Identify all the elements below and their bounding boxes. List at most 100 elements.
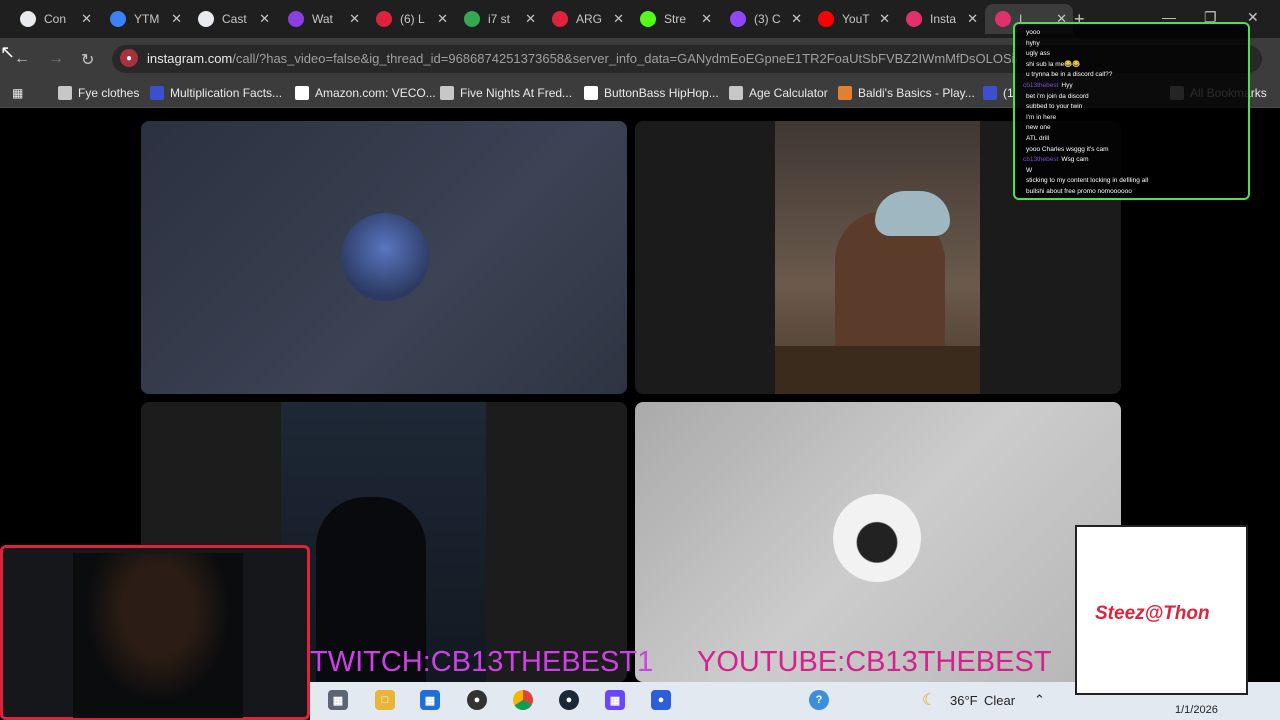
app-icon[interactable]: ● [651,690,671,710]
close-tab-icon[interactable]: ✕ [701,11,712,27]
tab-9[interactable]: (3) C ✕ [720,4,808,34]
tab-2[interactable]: YTM ✕ [100,4,188,34]
tab-label: YTM [134,12,160,26]
store-icon[interactable]: ▦ [420,690,440,710]
help-icon[interactable]: ? [809,690,829,710]
tab-7[interactable]: ARG ✕ [542,4,630,34]
moon-icon: ☾ [922,692,937,709]
bookmark-item[interactable]: (1 [983,86,1014,100]
chat-message: bullshi about free promo nomoooooo [1023,187,1240,198]
microphone-icon[interactable]: ● [120,49,138,67]
instagram-icon [995,11,1011,27]
forward-icon[interactable]: → [48,50,64,68]
chevron-up-icon[interactable]: ⌃ [1034,692,1045,708]
chat-text: sticking to my content locking in defili… [1026,177,1149,185]
chat-text: I'm in here [1026,113,1057,121]
url-text[interactable]: instagram.com/call/?has_video=false&ig_t… [147,51,1017,66]
close-tab-icon[interactable]: ✕ [259,11,270,27]
chat-message: new one [1023,123,1240,134]
youtube-music-icon [110,11,126,27]
chat-text: ugly ass [1026,50,1050,58]
chat-message: shi sub la me😂😂 [1023,60,1240,71]
tab-label: Wat [312,12,333,26]
tab-1[interactable]: Con ✕ [10,4,98,34]
chat-text: yooo [1026,29,1041,36]
close-tab-icon[interactable]: ✕ [967,11,978,27]
chat-message: ATL drill [1023,134,1240,145]
tab-4[interactable]: Wat ✕ [278,4,366,34]
tab-label: Con [44,12,67,26]
app-icon [288,11,304,27]
tab-8[interactable]: Stre ✕ [630,4,718,34]
participant-video [775,121,980,394]
bookmark-item[interactable]: Fye clothes [58,86,139,100]
chrome-icon[interactable] [513,690,533,710]
tab-10[interactable]: YouT ✕ [808,4,896,34]
chat-message: cb13thebest Wsg cam [1023,155,1240,166]
file-explorer-icon[interactable]: □ [375,690,395,710]
app-icon[interactable]: ● [467,690,487,710]
mouse-cursor-icon: ↖ [0,42,16,62]
date-text: 1/1/2026 [1175,704,1218,716]
calendar-icon [729,86,743,100]
streamer-webcam [0,545,310,720]
tab-5[interactable]: (6) L ✕ [366,4,454,34]
bookmark-label: Age Calculator [749,86,828,100]
chat-message: W [1023,166,1240,177]
weather-text: Clear [984,693,1016,708]
twitch-icon [730,11,746,27]
chat-message: yooo [1023,28,1240,39]
chat-text: u trynna be in a discord call?? [1026,71,1113,79]
tab-label: ARG [576,12,603,26]
chat-text: new one [1026,124,1051,132]
bookmark-label: Fye clothes [78,86,140,100]
kick-icon [640,11,656,27]
tab-3[interactable]: Cast ✕ [188,4,276,34]
chat-text: shi sub la me😂😂 [1026,60,1081,68]
baldi-icon [838,86,852,100]
bookmark-item[interactable]: Baldi's Basics - Play... [838,86,975,100]
participant-tile-1[interactable] [141,121,627,394]
bookmark-item[interactable]: Multiplication Facts... [150,86,282,100]
chat-message: bet i'm join da discord [1023,92,1240,103]
chat-text: W [1026,166,1033,174]
close-tab-icon[interactable]: ✕ [81,11,92,27]
close-tab-icon[interactable]: ✕ [525,11,536,27]
tab-11[interactable]: Insta ✕ [896,4,984,34]
chat-overlay: yooo hyhy ugly ass shi sub la me😂😂 u trynna … [1013,22,1250,200]
loading-icon [198,11,214,27]
close-tab-icon[interactable]: ✕ [437,11,448,27]
bookmark-item[interactable]: ButtonBass HipHop... [584,86,719,100]
tab-label: Cast [222,12,247,26]
tab-label: (3) C [754,12,781,26]
participant-tile-4[interactable] [635,402,1121,682]
twitch-handle-overlay: TWITCH:CB13THEBEST1 [310,646,654,678]
bookmark-item[interactable]: Amazon.com: VECO... [295,86,436,100]
tab-label: Insta [930,12,957,26]
drive-icon [464,11,480,27]
bookmark-item[interactable]: Age Calculator [729,86,828,100]
back-icon[interactable]: ← [14,50,30,68]
close-tab-icon[interactable]: ✕ [613,11,624,27]
task-view-icon[interactable]: ▦ [328,690,348,710]
bookmark-item[interactable]: Five Nights At Fred... [440,86,572,100]
chat-message: hyhy [1023,39,1240,50]
bookmark-label: ButtonBass HipHop... [604,86,719,100]
chat-text: ATL drill [1026,134,1050,142]
close-tab-icon[interactable]: ✕ [349,11,360,27]
steam-icon[interactable]: ● [559,690,579,710]
app-grid-icon[interactable]: ▦ [605,690,625,710]
reload-icon[interactable]: ↻ [81,50,94,70]
close-tab-icon[interactable]: ✕ [879,11,890,27]
chat-message: ugly ass [1023,49,1240,60]
chat-text: bullshi about free promo nomoooooo [1026,187,1132,195]
piano-icon [584,86,598,100]
chat-username: cb13thebest [1023,81,1059,89]
close-tab-icon[interactable]: ✕ [171,11,182,27]
chat-text: Wsg cam [1061,156,1089,164]
apps-grid-icon[interactable]: ▦ [12,86,23,100]
tab-6[interactable]: i7 st ✕ [454,4,542,34]
close-tab-icon[interactable]: ✕ [791,11,802,27]
tab-label: YouT [842,12,870,26]
youtube-icon [818,11,834,27]
